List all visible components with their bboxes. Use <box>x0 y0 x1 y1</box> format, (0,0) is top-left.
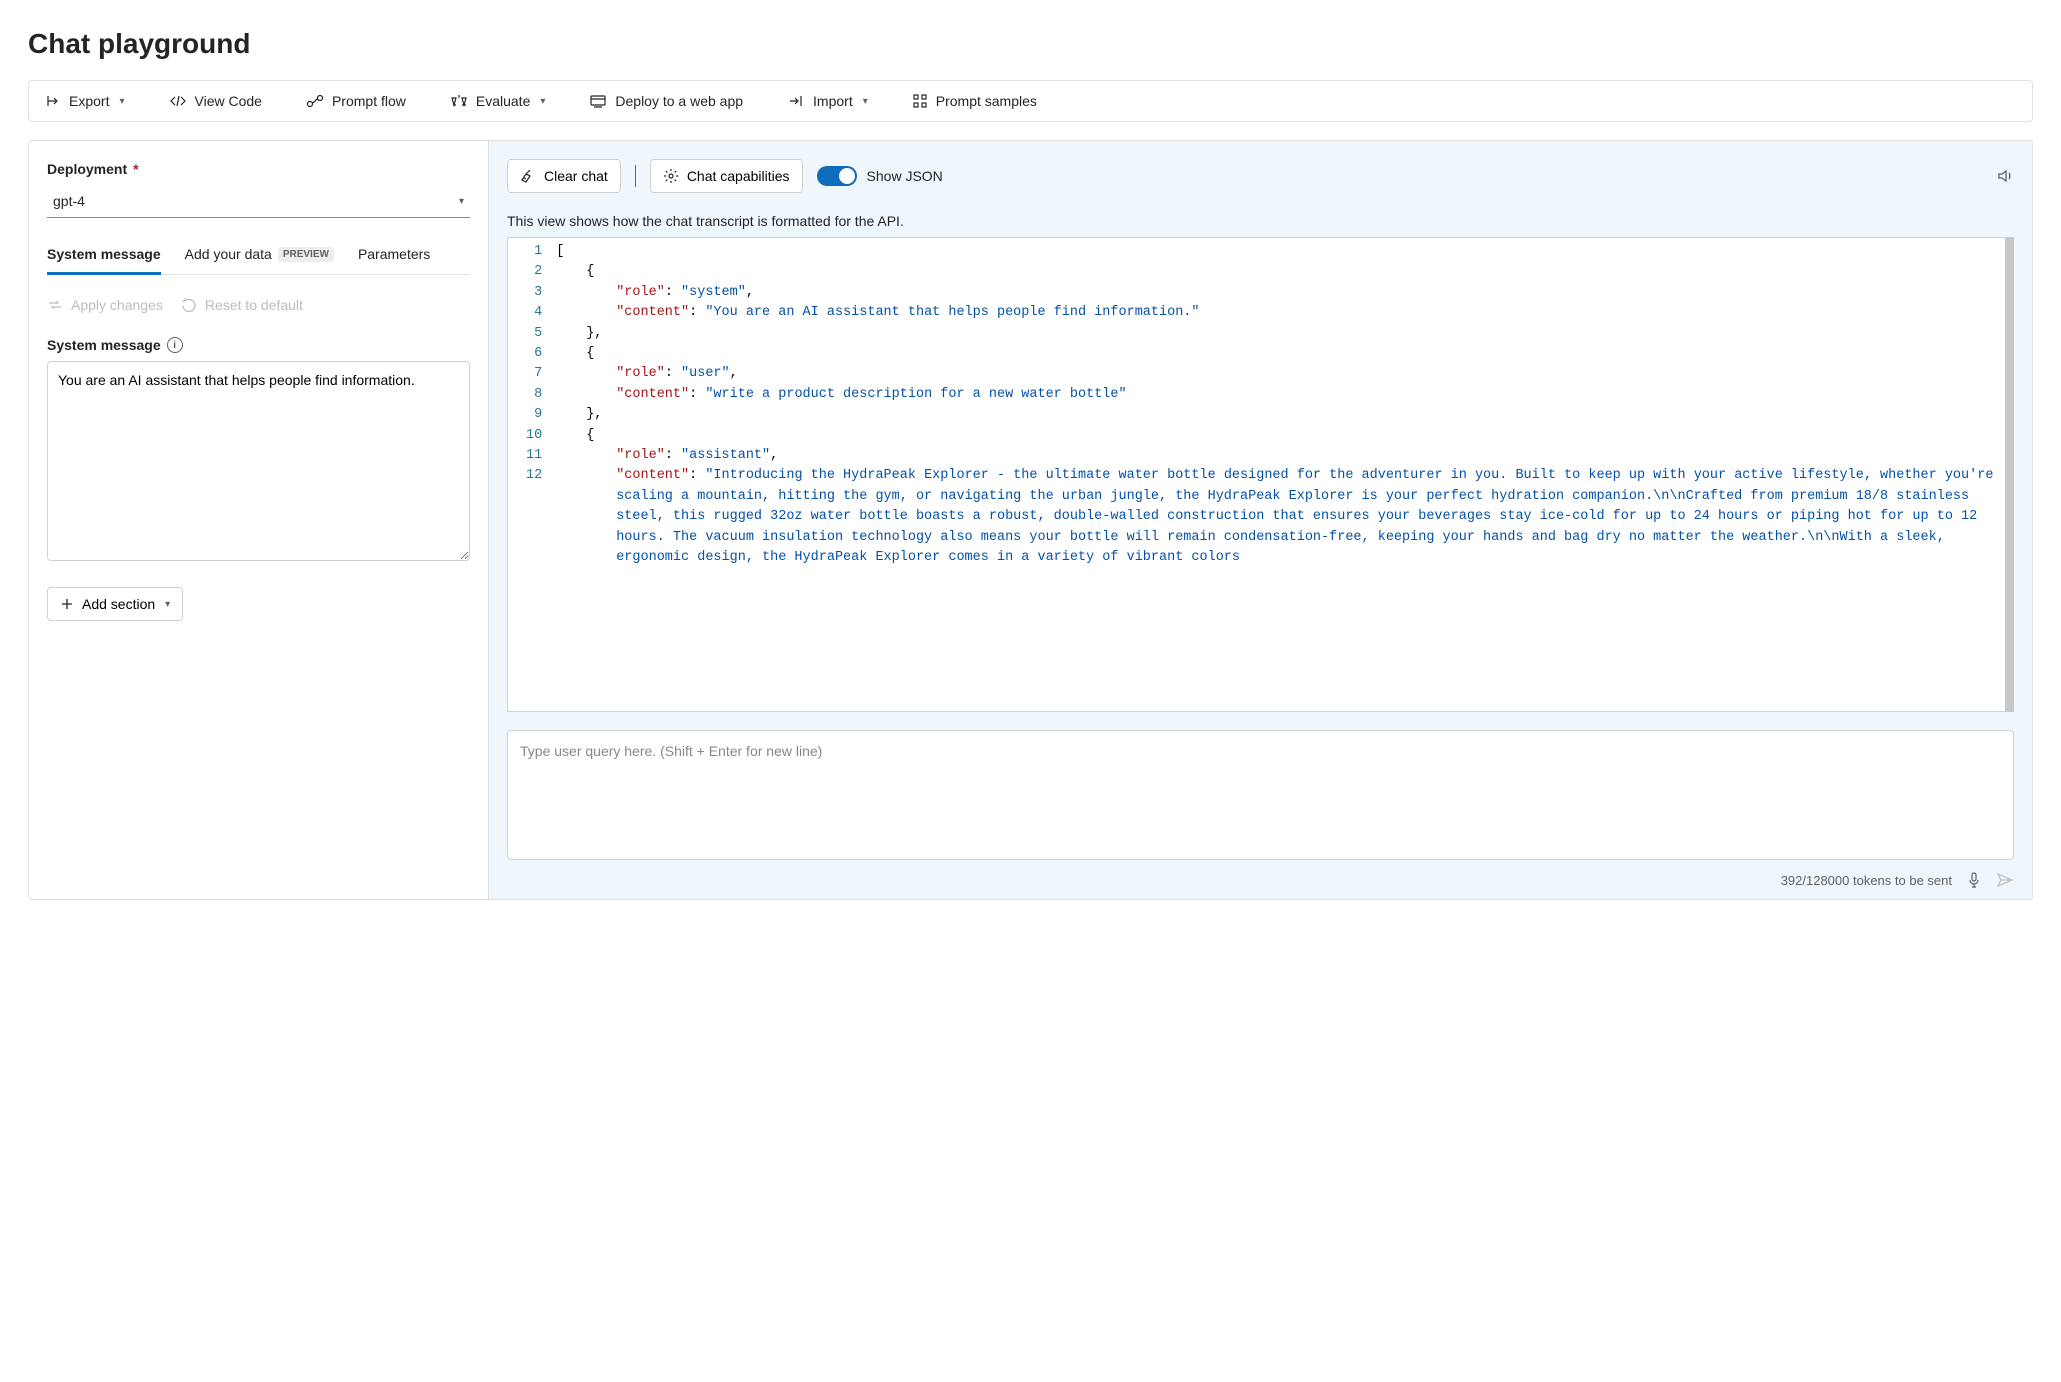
grid-icon <box>912 93 928 109</box>
system-message-actions: Apply changes Reset to default <box>47 297 470 313</box>
evaluate-button[interactable]: Evaluate ▾ <box>442 87 554 115</box>
main-panel: Deployment * gpt-4 ▾ System message Add … <box>28 140 2033 900</box>
chat-header: Clear chat Chat capabilities Show JSON <box>507 159 2014 193</box>
import-label: Import <box>813 93 853 109</box>
prompt-samples-label: Prompt samples <box>936 93 1037 109</box>
reset-default-button[interactable]: Reset to default <box>181 297 303 313</box>
page-title: Chat playground <box>28 28 2033 60</box>
left-panel: Deployment * gpt-4 ▾ System message Add … <box>29 141 489 899</box>
tab-system-message[interactable]: System message <box>47 246 161 275</box>
view-code-label: View Code <box>195 93 262 109</box>
deploy-icon <box>589 93 607 109</box>
prompt-flow-button[interactable]: Prompt flow <box>298 87 414 115</box>
tab-parameters[interactable]: Parameters <box>358 246 430 275</box>
export-label: Export <box>69 93 109 109</box>
evaluate-icon <box>450 93 468 109</box>
chat-input-area: 392/128000 tokens to be sent <box>507 730 2014 889</box>
show-json-toggle-wrap: Show JSON <box>817 166 943 186</box>
code-icon <box>169 93 187 109</box>
tab-add-your-data[interactable]: Add your data PREVIEW <box>185 246 334 275</box>
prompt-samples-button[interactable]: Prompt samples <box>904 87 1045 115</box>
show-json-toggle[interactable] <box>817 166 857 186</box>
view-code-button[interactable]: View Code <box>161 87 270 115</box>
chevron-down-icon: ▾ <box>459 196 464 207</box>
reset-icon <box>181 297 197 313</box>
evaluate-label: Evaluate <box>476 93 530 109</box>
info-icon[interactable]: i <box>167 337 183 353</box>
clear-chat-button[interactable]: Clear chat <box>507 159 621 193</box>
deployment-value: gpt-4 <box>53 193 85 209</box>
export-button[interactable]: Export ▾ <box>37 87 133 115</box>
chevron-down-icon: ▾ <box>863 96 868 107</box>
system-message-label: System message i <box>47 337 470 353</box>
plus-icon <box>60 597 74 611</box>
speaker-icon[interactable] <box>1996 167 2014 185</box>
config-tabs: System message Add your data PREVIEW Par… <box>47 246 470 275</box>
json-viewer[interactable]: 123456789101112 [{"role": "system","cont… <box>507 237 2014 712</box>
apply-changes-button[interactable]: Apply changes <box>47 297 163 313</box>
transcript-description: This view shows how the chat transcript … <box>507 213 2014 229</box>
import-icon <box>787 93 805 109</box>
token-row: 392/128000 tokens to be sent <box>507 871 2014 889</box>
json-code: [{"role": "system","content": "You are a… <box>552 238 2005 711</box>
add-section-button[interactable]: Add section ▾ <box>47 587 183 621</box>
export-icon <box>45 93 61 109</box>
deployment-select[interactable]: gpt-4 ▾ <box>47 185 470 218</box>
line-gutter: 123456789101112 <box>508 238 552 711</box>
chevron-down-icon: ▾ <box>119 96 124 107</box>
right-panel: Clear chat Chat capabilities Show JSON T… <box>489 141 2032 899</box>
deploy-label: Deploy to a web app <box>615 93 743 109</box>
gear-icon <box>663 168 679 184</box>
chevron-down-icon: ▾ <box>165 599 170 610</box>
chat-capabilities-button[interactable]: Chat capabilities <box>650 159 803 193</box>
show-json-label: Show JSON <box>867 168 943 184</box>
preview-badge: PREVIEW <box>278 247 334 262</box>
deploy-button[interactable]: Deploy to a web app <box>581 87 751 115</box>
flow-icon <box>306 93 324 109</box>
system-message-input[interactable] <box>47 361 470 561</box>
chat-input[interactable] <box>507 730 2014 860</box>
deployment-label: Deployment * <box>47 161 470 177</box>
chevron-down-icon: ▾ <box>540 96 545 107</box>
microphone-icon[interactable] <box>1966 871 1982 889</box>
separator <box>635 165 636 187</box>
import-button[interactable]: Import ▾ <box>779 87 876 115</box>
toolbar: Export ▾ View Code Prompt flow Evaluate … <box>28 80 2033 122</box>
send-icon[interactable] <box>1996 872 2014 888</box>
required-indicator: * <box>133 161 138 177</box>
apply-icon <box>47 297 63 313</box>
broom-icon <box>520 168 536 184</box>
token-count: 392/128000 tokens to be sent <box>1781 873 1952 888</box>
prompt-flow-label: Prompt flow <box>332 93 406 109</box>
